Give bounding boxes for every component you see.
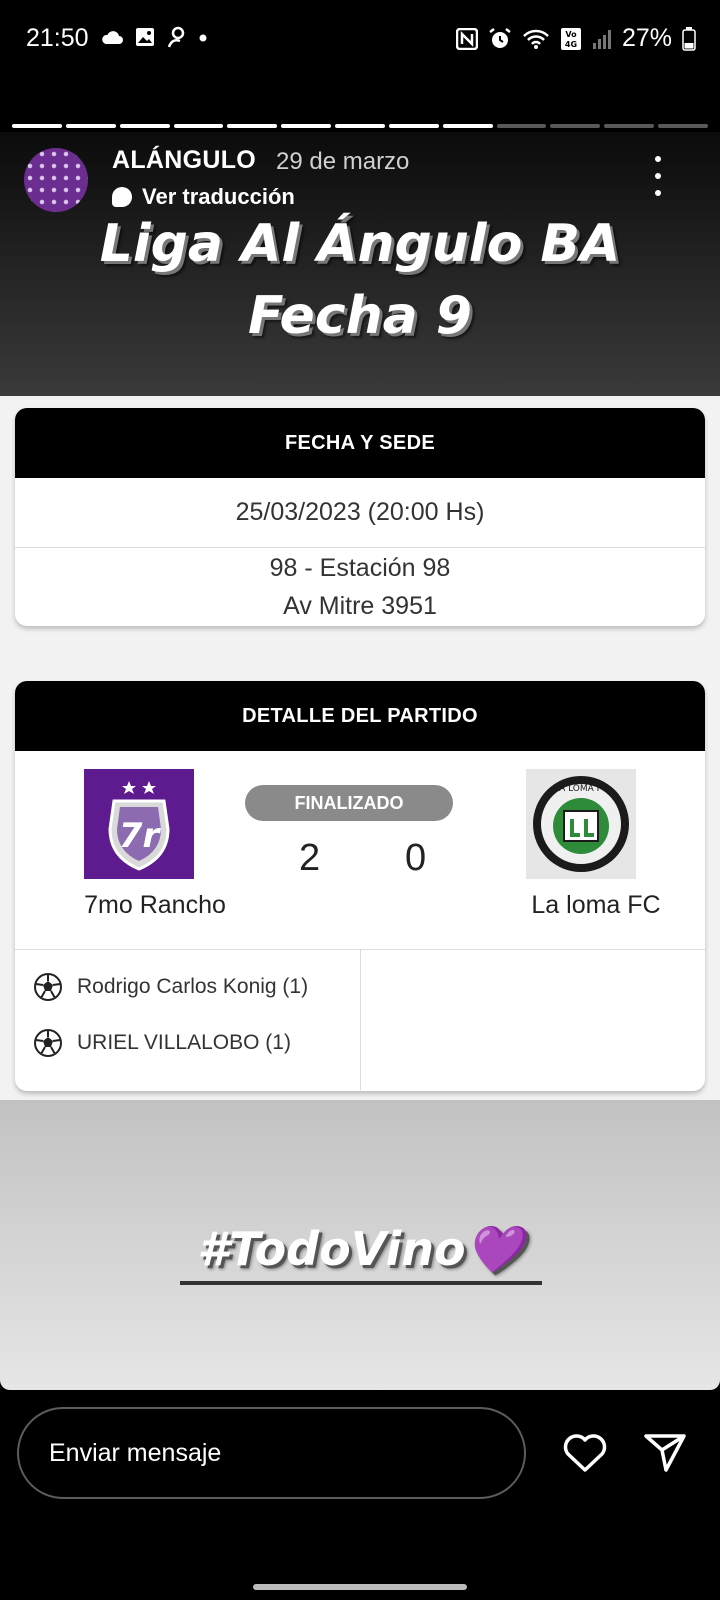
svg-text:LA LOMA FC: LA LOMA FC bbox=[554, 784, 608, 794]
alarm-icon bbox=[489, 27, 511, 48]
signal-icon bbox=[592, 29, 611, 49]
cloud-icon bbox=[102, 31, 123, 44]
progress-segment bbox=[12, 124, 62, 128]
home-score: 2 bbox=[299, 837, 321, 879]
status-bar: 21:50 Vo 4G 27% bbox=[0, 0, 720, 80]
story-title: Liga Al Ángulo BA bbox=[99, 214, 621, 274]
away-team-name: La loma FC bbox=[531, 891, 661, 919]
home-scorers: Rodrigo Carlos Konig (1) URIEL VILLALOBO… bbox=[15, 950, 360, 1090]
scorer-row: Rodrigo Carlos Konig (1) bbox=[33, 972, 308, 1002]
match-datetime: 25/03/2023 (20:00 Hs) bbox=[15, 478, 705, 548]
story-hashtag: #TodoVino💜 bbox=[197, 1222, 523, 1276]
progress-segment bbox=[442, 124, 493, 128]
progress-segment bbox=[281, 124, 332, 128]
venue-name: 98 - Estación 98 bbox=[269, 554, 451, 582]
battery-percent: 27% bbox=[621, 24, 672, 52]
away-score: 0 bbox=[405, 837, 427, 879]
match-status-badge: FINALIZADO bbox=[245, 785, 453, 821]
account-name[interactable]: ALÁNGULO bbox=[112, 146, 256, 175]
speech-bubble-icon bbox=[112, 187, 132, 207]
battery-icon bbox=[682, 26, 696, 51]
scorer-name: URIEL VILLALOBO (1) bbox=[77, 1031, 291, 1054]
progress-segment bbox=[658, 124, 708, 128]
svg-text:4G: 4G bbox=[565, 40, 577, 49]
scorer-name: Rodrigo Carlos Konig (1) bbox=[77, 975, 309, 998]
progress-segment bbox=[496, 124, 547, 128]
venue-info: 98 - Estación 98 Av Mitre 3951 bbox=[15, 548, 705, 626]
gallery-icon bbox=[136, 28, 154, 46]
translate-label: Ver traducción bbox=[142, 184, 295, 209]
translate-button[interactable]: Ver traducción bbox=[112, 184, 295, 210]
status-time: 21:50 bbox=[26, 24, 89, 52]
wifi-icon bbox=[523, 29, 549, 49]
heart-icon[interactable] bbox=[562, 1432, 608, 1474]
progress-segment bbox=[388, 124, 439, 128]
dot-icon bbox=[199, 34, 207, 42]
progress-segment bbox=[335, 124, 385, 128]
venue-card: FECHA Y SEDE 25/03/2023 (20:00 Hs) 98 - … bbox=[15, 408, 705, 626]
more-options-icon[interactable] bbox=[648, 156, 668, 196]
home-team-name: 7mo Rancho bbox=[84, 891, 226, 919]
soccer-ball-icon bbox=[34, 1029, 62, 1057]
match-summary: 7r LA LOMA FC FINALIZADO 2 0 7mo Rancho … bbox=[15, 751, 705, 950]
venue-card-header: FECHA Y SEDE bbox=[15, 408, 705, 478]
volte-icon: Vo4G bbox=[560, 27, 581, 50]
progress-segment bbox=[550, 124, 601, 128]
away-team-crest: LA LOMA FC bbox=[526, 769, 636, 879]
message-input[interactable]: Enviar mensaje bbox=[17, 1407, 526, 1499]
svg-text:7r: 7r bbox=[119, 816, 162, 856]
send-icon[interactable] bbox=[642, 1432, 688, 1474]
person-pin-icon bbox=[167, 26, 185, 48]
story-progress bbox=[12, 124, 708, 128]
progress-segment bbox=[227, 124, 278, 128]
story-subtitle: Fecha 9 bbox=[248, 286, 472, 346]
match-card: DETALLE DEL PARTIDO 7r LA LOMA FC FINALI… bbox=[15, 681, 705, 1091]
match-card-header: DETALLE DEL PARTIDO bbox=[15, 681, 705, 751]
soccer-ball-icon bbox=[34, 973, 62, 1001]
scorer-row: URIEL VILLALOBO (1) bbox=[33, 1028, 291, 1058]
progress-segment bbox=[119, 124, 170, 128]
progress-segment bbox=[173, 124, 224, 128]
home-indicator[interactable] bbox=[253, 1584, 467, 1590]
avatar[interactable] bbox=[24, 148, 88, 212]
away-scorers bbox=[359, 950, 706, 1090]
svg-text:Vo: Vo bbox=[565, 30, 577, 39]
home-team-crest: 7r bbox=[84, 769, 194, 879]
scorers-section: Rodrigo Carlos Konig (1) URIEL VILLALOBO… bbox=[15, 950, 705, 1090]
progress-segment bbox=[65, 124, 116, 128]
message-placeholder: Enviar mensaje bbox=[49, 1438, 222, 1467]
progress-segment bbox=[604, 124, 655, 128]
story-date: 29 de marzo bbox=[276, 148, 410, 175]
venue-address: Av Mitre 3951 bbox=[283, 592, 437, 620]
nfc-icon bbox=[455, 27, 478, 50]
